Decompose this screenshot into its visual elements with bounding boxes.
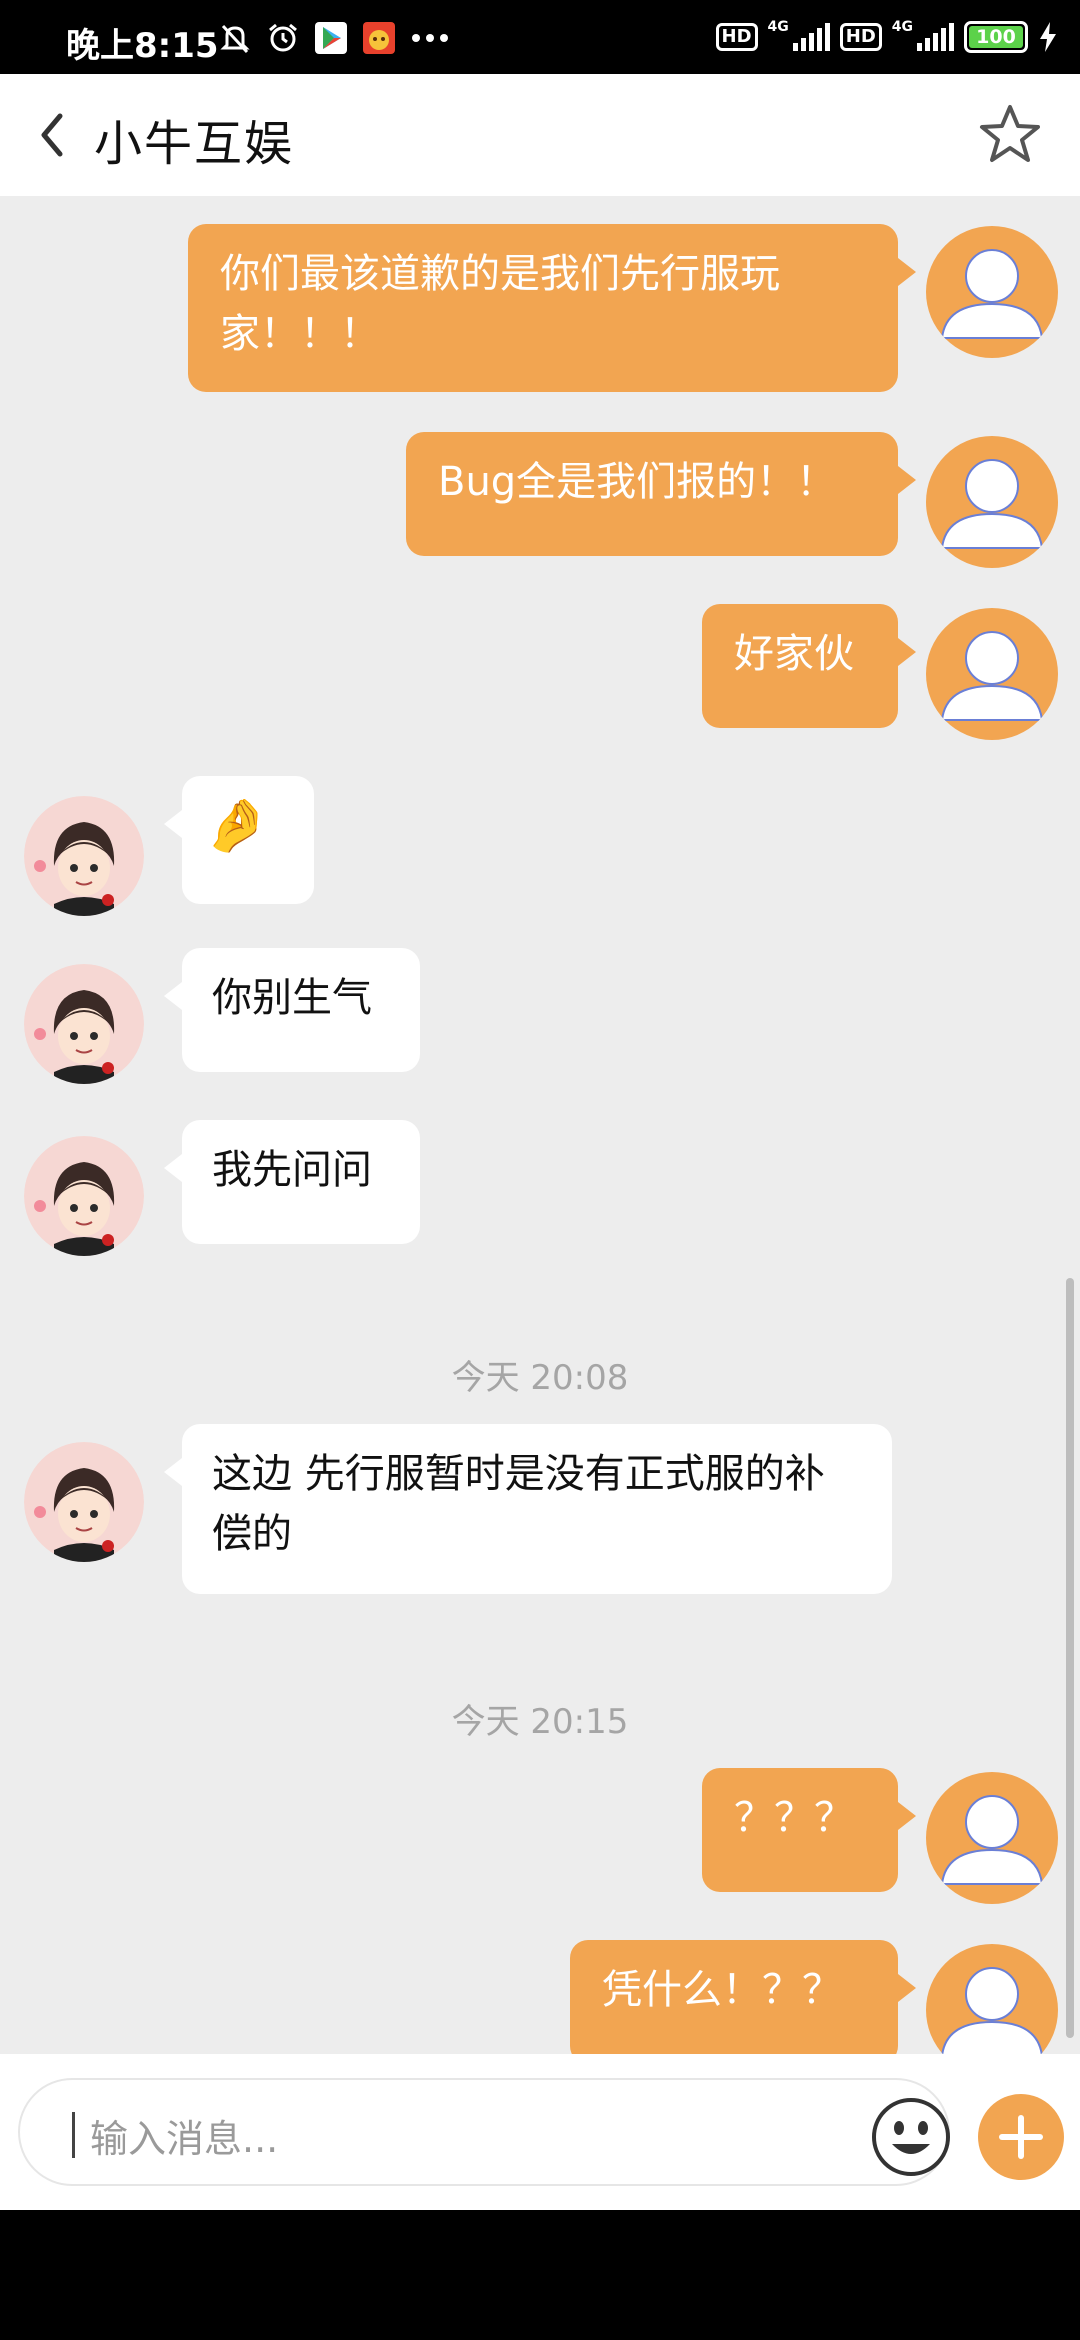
incoming-message-bubble[interactable]: 你别生气 <box>164 948 420 1072</box>
message-timestamp: 今天 20:15 <box>451 1702 629 1742</box>
my-avatar[interactable] <box>926 1944 1058 2054</box>
signal-icon <box>917 23 954 51</box>
back-arrow-icon[interactable] <box>34 108 74 162</box>
message-input-placeholder: 输入消息... <box>90 2117 279 2161</box>
mute-bell-icon <box>218 21 252 55</box>
add-attachment-button[interactable] <box>978 2094 1064 2180</box>
battery-level: 100 <box>976 26 1016 48</box>
agent-avatar[interactable] <box>24 796 144 916</box>
message-text: 这边 先行服暂时是没有正式服的补偿的 <box>212 1451 825 1557</box>
message-input[interactable]: 输入消息... <box>18 2078 950 2186</box>
agent-avatar[interactable] <box>24 1136 144 1256</box>
chat-message-list[interactable]: 你们最该道歉的是我们先行服玩家！！！ Bug全是我们报的！！ 好家伙 🤌 你别生… <box>0 196 1080 2054</box>
signal-icon <box>792 23 830 51</box>
text-caret <box>72 2112 75 2158</box>
incoming-message-bubble[interactable]: 这边 先行服暂时是没有正式服的补偿的 <box>164 1424 892 1594</box>
outgoing-message-bubble[interactable]: 凭什么！？？ <box>570 1940 916 2054</box>
my-avatar[interactable] <box>926 608 1058 740</box>
outgoing-message-bubble[interactable]: Bug全是我们报的！！ <box>406 432 916 556</box>
network-type: 4G <box>767 19 789 35</box>
message-text: 你别生气 <box>212 975 372 1021</box>
message-text: 🤌 <box>204 796 269 856</box>
chat-scrollbar[interactable] <box>1066 1278 1074 2038</box>
status-time: 晚上8:15 <box>66 26 219 66</box>
star-favorite-icon[interactable] <box>978 102 1042 166</box>
battery-icon: 100 <box>964 21 1028 53</box>
status-bar: 晚上8:15 HD 4G HD 4G 100 <box>0 0 1080 74</box>
message-text: 我先问问 <box>212 1147 372 1193</box>
status-system-icons: HD 4G HD 4G 100 <box>715 16 1059 58</box>
incoming-message-bubble[interactable]: 🤌 <box>164 776 314 904</box>
outgoing-message-bubble[interactable]: 好家伙 <box>702 604 916 728</box>
my-avatar[interactable] <box>926 226 1058 358</box>
app-notification-icon <box>362 21 396 55</box>
plus-icon <box>999 2115 1043 2159</box>
emoji-icon[interactable] <box>870 2096 952 2178</box>
message-input-bar: 输入消息... <box>0 2054 1080 2210</box>
incoming-message-bubble[interactable]: 我先问问 <box>164 1120 420 1244</box>
outgoing-message-bubble[interactable]: 你们最该道歉的是我们先行服玩家！！！ <box>188 224 916 392</box>
charging-icon <box>1038 21 1058 53</box>
network-type: 4G <box>891 19 913 35</box>
message-text: 好家伙 <box>734 631 854 677</box>
more-dots-icon <box>410 32 450 44</box>
play-store-icon <box>314 21 348 55</box>
agent-avatar[interactable] <box>24 1442 144 1562</box>
message-text: 凭什么！？？ <box>602 1967 842 2013</box>
outgoing-message-bubble[interactable]: ？？？ <box>702 1768 916 1892</box>
hd-badge: HD <box>839 23 882 51</box>
status-notification-icons <box>218 18 450 58</box>
message-text: Bug全是我们报的！！ <box>438 459 837 505</box>
agent-avatar[interactable] <box>24 964 144 1084</box>
message-text: ？？？ <box>734 1795 854 1841</box>
navigation-bar-area <box>0 2210 1080 2340</box>
alarm-clock-icon <box>266 21 300 55</box>
chat-header: 小牛互娱 <box>0 74 1080 198</box>
hd-badge: HD <box>715 23 758 51</box>
message-timestamp: 今天 20:08 <box>451 1358 629 1398</box>
my-avatar[interactable] <box>926 1772 1058 1904</box>
message-text: 你们最该道歉的是我们先行服玩家！！！ <box>220 251 780 357</box>
my-avatar[interactable] <box>926 436 1058 568</box>
page-title: 小牛互娱 <box>94 116 295 172</box>
